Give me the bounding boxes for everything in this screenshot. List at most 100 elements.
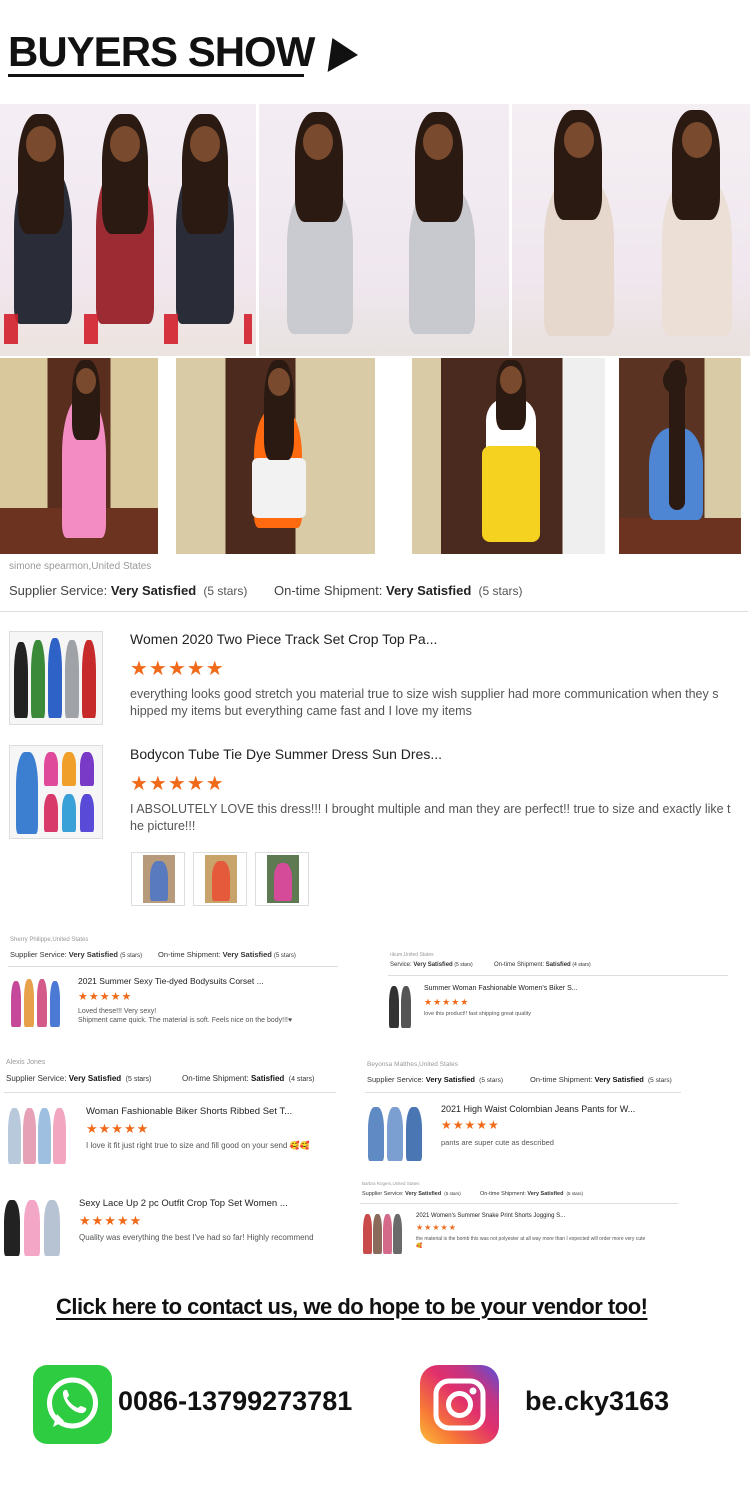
product-title-link[interactable]: 2021 Women's Summer Snake Print Shorts J… (416, 1213, 565, 1219)
product-thumbnail[interactable] (6, 1104, 68, 1166)
review-photo[interactable] (131, 852, 185, 906)
divider (360, 1203, 678, 1204)
product-thumbnail[interactable] (362, 1212, 404, 1256)
star-rating: ★★★★★ (441, 1118, 500, 1132)
supplier-service-label: Supplier Service: (367, 1075, 424, 1084)
supplier-service-stars: (5 stars) (479, 1077, 504, 1084)
whatsapp-icon[interactable] (33, 1365, 112, 1444)
shipment-label: On-time Shipment: (494, 962, 545, 968)
product-title-link[interactable]: Summer Woman Fashionable Women's Biker S… (424, 985, 578, 992)
product-title-link[interactable]: Women 2020 Two Piece Track Set Crop Top … (130, 631, 437, 647)
shipment-stars: (5 stars) (648, 1077, 672, 1084)
shipment-rating: On-time Shipment: Very Satisfied (5 star… (530, 1075, 672, 1084)
shipment-value: Satisfied (250, 1074, 285, 1083)
supplier-service-label: Supplier Service: (9, 583, 108, 598)
shipment-label: On-time Shipment: (530, 1075, 593, 1084)
shipment-value: Satisfied (545, 962, 571, 968)
supplier-service-stars: (5 stars) (125, 1076, 152, 1083)
product-title-link[interactable]: 2021 High Waist Colombian Jeans Pants fo… (441, 1104, 635, 1114)
star-rating: ★★★★★ (79, 1213, 143, 1228)
supplier-service-label: Supplier Service: (10, 950, 67, 959)
product-title-link[interactable]: Bodycon Tube Tie Dye Summer Dress Sun Dr… (130, 746, 442, 762)
shipment-rating: On-time Shipment: Very Satisfied (5 star… (480, 1191, 583, 1197)
instagram-handle[interactable]: be.cky3163 (525, 1386, 669, 1417)
shipment-label: On-time Shipment: (158, 950, 221, 959)
divider (365, 1092, 681, 1093)
review-line: everything looks good stretch you materi… (130, 687, 719, 701)
review-line: I ABSOLUTELY LOVE this dress!!! I brough… (130, 802, 731, 816)
star-rating: ★★★★★ (424, 997, 470, 1007)
star-rating: ★★★★★ (86, 1121, 150, 1136)
shipment-stars: (4 stars) (572, 962, 591, 968)
divider (0, 611, 748, 612)
reviewer-name: simone spearmon,United States (9, 561, 152, 572)
shipment-value: Very Satisfied (222, 950, 272, 959)
shipment-stars: (5 stars) (273, 953, 296, 959)
star-rating: ★★★★★ (130, 773, 225, 795)
supplier-service-stars: (5 stars) (120, 953, 143, 959)
divider (8, 966, 338, 967)
review-text: the material is the bomb this was not po… (416, 1236, 645, 1250)
review-line: the material is the bomb this was not po… (416, 1236, 646, 1242)
contact-us-link[interactable]: Click here to contact us, we do hope to … (56, 1294, 648, 1320)
supplier-service-stars: (5 stars) (454, 962, 473, 968)
review-text: Loved these!!! Very sexy! Shipment came … (78, 1007, 292, 1025)
supplier-service-label: Supplier Service: (362, 1191, 404, 1197)
reviewer-name: rikum,United States (390, 952, 434, 958)
shipment-stars: (4 stars) (288, 1076, 315, 1083)
divider (4, 1092, 336, 1093)
buyer-photo-5 (176, 358, 375, 554)
product-thumbnail[interactable] (9, 745, 103, 839)
review-text: everything looks good stretch you materi… (130, 686, 742, 720)
review-photo[interactable] (255, 852, 309, 906)
star-rating: ★★★★★ (416, 1223, 457, 1232)
supplier-service-value: Very Satisfied (413, 962, 453, 968)
supplier-service-value: Very Satisfied (425, 1075, 475, 1084)
whatsapp-number[interactable]: 0086-13799273781 (118, 1386, 352, 1417)
product-thumbnail[interactable] (388, 984, 414, 1030)
reviewer-name: Alexis Jones (6, 1059, 46, 1066)
supplier-service-rating: Supplier Service: Very Satisfied (5 star… (362, 1191, 461, 1197)
shipment-label: On-time Shipment: (480, 1191, 526, 1197)
supplier-service-value: Very Satisfied (110, 583, 197, 598)
product-title-link[interactable]: Woman Fashionable Biker Shorts Ribbed Se… (86, 1106, 292, 1117)
product-thumbnail[interactable] (366, 1103, 426, 1163)
supplier-service-stars: (5 stars) (444, 1191, 461, 1196)
divider (388, 975, 728, 976)
product-thumbnail[interactable] (2, 1196, 64, 1258)
shipment-rating: On-time Shipment: Satisfied (4 stars) (182, 1074, 314, 1083)
review-text: I love it fit just right true to size an… (86, 1141, 310, 1150)
review-line: hipped my items but everything came fast… (130, 704, 472, 718)
shipment-rating: On-time Shipment: Very Satisfied (5 star… (274, 583, 523, 598)
review-text: Quality was everything the best I've had… (79, 1233, 314, 1242)
review-text: pants are super cute as described (441, 1138, 554, 1147)
supplier-service-value: Very Satisfied (405, 1191, 442, 1197)
shipment-label: On-time Shipment: (182, 1074, 249, 1083)
buyer-photo-4 (0, 358, 158, 554)
review-text: I ABSOLUTELY LOVE this dress!!! I brough… (130, 801, 742, 835)
shipment-value: Very Satisfied (386, 583, 472, 598)
product-thumbnail[interactable] (9, 975, 65, 1031)
product-title-link[interactable]: 2021 Summer Sexy Tie-dyed Bodysuits Cors… (78, 976, 264, 986)
supplier-service-label: Service: (390, 962, 412, 968)
review-photo[interactable] (193, 852, 247, 906)
shipment-stars: (5 stars) (478, 584, 523, 598)
shipment-label: On-time Shipment: (274, 583, 383, 598)
supplier-service-value: Very Satisfied (68, 1074, 122, 1083)
buyer-photo-7 (619, 358, 741, 554)
supplier-service-rating: Supplier Service: Very Satisfied (5 star… (9, 583, 247, 598)
product-title-link[interactable]: Sexy Lace Up 2 pc Outfit Crop Top Set Wo… (79, 1198, 288, 1209)
shipment-rating: On-time Shipment: Very Satisfied (5 star… (158, 950, 296, 959)
review-text: love this product!! fast shipping great … (424, 1011, 532, 1017)
instagram-icon[interactable] (420, 1365, 499, 1444)
star-rating: ★★★★★ (130, 658, 225, 680)
product-thumbnail[interactable] (9, 631, 103, 725)
shipment-value: Very Satisfied (594, 1075, 644, 1084)
review-line: 🥰 (416, 1243, 423, 1249)
shipment-value: Very Satisfied (527, 1191, 564, 1197)
buyer-photo-1 (0, 104, 256, 356)
title-underline (8, 74, 304, 77)
supplier-service-rating: Supplier Service: Very Satisfied (5 star… (10, 950, 142, 959)
supplier-service-rating: Supplier Service: Very Satisfied (5 star… (367, 1075, 503, 1084)
shipment-stars: (5 stars) (566, 1191, 584, 1196)
